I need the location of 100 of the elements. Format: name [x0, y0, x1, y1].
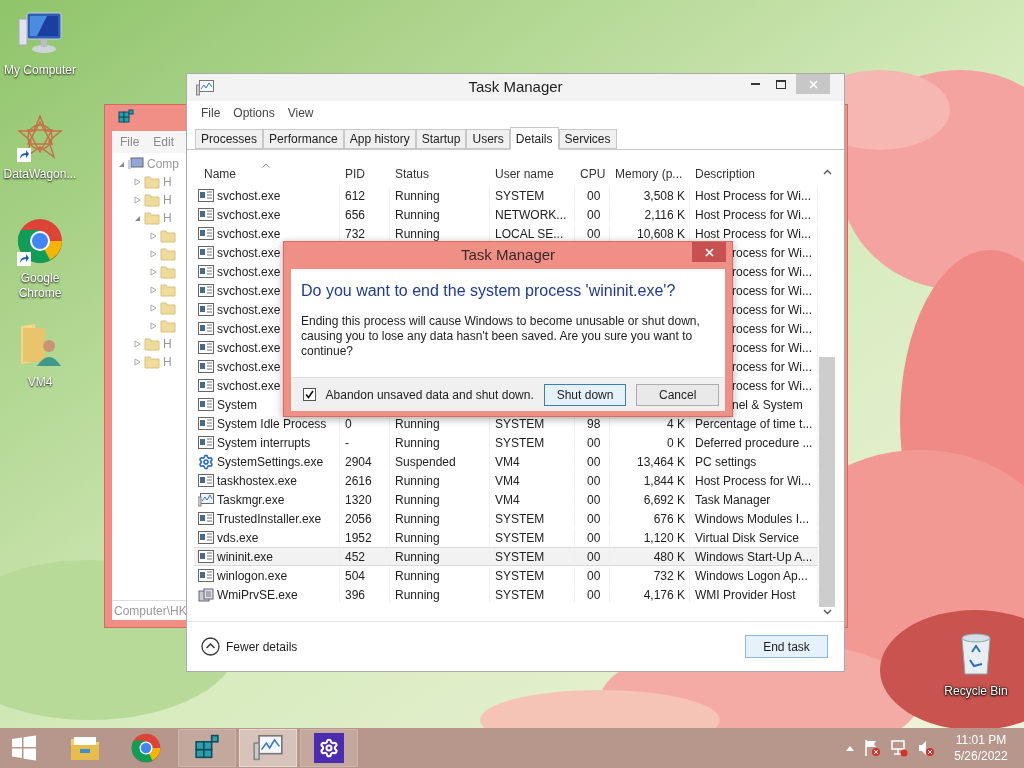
tab[interactable]: Startup [415, 129, 467, 149]
collapse-arrow-icon[interactable] [134, 214, 141, 222]
tab[interactable]: Processes [195, 129, 264, 149]
taskbar-button[interactable] [239, 729, 297, 767]
table-cell-text: Running [395, 529, 440, 547]
table-cell-text: rocess for Wi... [732, 263, 812, 281]
table-cell-text: Suspended [395, 453, 456, 471]
table-cell-text: Running [395, 491, 440, 509]
expand-arrow-icon[interactable] [150, 232, 157, 240]
column-header[interactable]: Memory (p... [615, 164, 683, 183]
table-cell-text: 452 [345, 548, 366, 566]
table-cell-text: 732 K [653, 567, 685, 585]
table-row[interactable]: svchost.exe 612 Running SYSTEM 00 3,508 K Host Process for Wi... [194, 186, 818, 205]
column-header[interactable]: Name [204, 164, 236, 183]
table-row[interactable]: SystemSettings.exe 2904 Suspended VM4 00 13,464 K PC settings [194, 452, 818, 471]
table-row[interactable]: vds.exe 1952 Running SYSTEM 00 1,120 K Virtual Disk Service [194, 528, 818, 547]
expand-arrow-icon[interactable] [134, 340, 141, 348]
table-cell-text: - [345, 434, 349, 452]
end-task-button[interactable]: End task [745, 635, 828, 658]
volume-muted-icon[interactable] [917, 739, 935, 757]
table-cell-text: 2616 [345, 472, 372, 490]
clock-time: 11:01 PM [955, 732, 1007, 748]
menu-item[interactable]: View [287, 104, 314, 122]
table-cell-text: 00 [587, 187, 601, 205]
table-cell-text: 6,692 K [643, 491, 685, 509]
scrollbar-thumb[interactable] [819, 357, 835, 607]
column-header[interactable]: Status [395, 164, 430, 183]
taskbar-button[interactable] [178, 729, 236, 767]
flag-icon[interactable] [863, 739, 881, 757]
dialog-heading: Do you want to end the system process 'wininit.exe'? [301, 281, 677, 301]
column-header[interactable]: PID [345, 164, 365, 183]
table-cell-text: 00 [587, 225, 601, 243]
column-header[interactable]: User name [495, 164, 554, 183]
table-row[interactable]: TrustedInstaller.exe 2056 Running SYSTEM 00 676 K Windows Modules I... [194, 509, 818, 528]
table-cell-text: svchost.exe [217, 282, 281, 300]
gear-icon [198, 453, 214, 470]
scroll-up-icon[interactable] [822, 169, 832, 175]
table-cell-text: Running [395, 434, 440, 452]
program-icon [198, 360, 214, 373]
tab[interactable]: Performance [263, 129, 344, 149]
minimize-icon [750, 83, 760, 85]
taskbar-button[interactable] [300, 729, 358, 767]
expand-arrow-icon[interactable] [134, 358, 141, 366]
show-hidden-icon[interactable] [846, 745, 854, 751]
table-cell-text: VM4 [495, 491, 520, 509]
checkbox-label[interactable]: Abandon unsaved data and shut down. [325, 385, 534, 404]
table-cell-text: 396 [345, 586, 366, 604]
tab[interactable]: Details [509, 127, 559, 150]
desktop-icon-label[interactable]: Recycle Bin [944, 682, 1008, 700]
shortcut-arrow-icon [17, 148, 31, 162]
table-row[interactable]: winlogon.exe 504 Running SYSTEM 00 732 K Windows Logon Ap... [194, 566, 818, 585]
tab[interactable]: Services [558, 129, 617, 149]
column-header[interactable]: Description [695, 164, 756, 183]
table-row[interactable]: wininit.exe 452 Running SYSTEM 00 480 K Windows Start-Up A... [194, 547, 818, 566]
checkbox[interactable] [303, 388, 316, 401]
table-cell-text: 0 K [667, 434, 685, 452]
close-button[interactable] [692, 242, 726, 262]
expand-arrow-icon[interactable] [134, 178, 141, 186]
table-cell-text: Running [395, 206, 440, 224]
network-icon[interactable] [890, 739, 908, 757]
column-header[interactable]: CPU [580, 164, 606, 183]
table-cell-text: 00 [587, 548, 601, 566]
table-cell-text: Running [395, 187, 440, 205]
table-row[interactable]: WmiPrvSE.exe 396 Running SYSTEM 00 4,176 K WMI Provider Host [194, 585, 818, 604]
expand-arrow-icon[interactable] [150, 286, 157, 294]
sort-caret-icon[interactable] [262, 163, 270, 168]
fewer-details-link[interactable]: Fewer details [226, 637, 298, 656]
table-cell-text: SYSTEM [495, 510, 545, 528]
maximize-icon [776, 79, 786, 89]
recycle-bin-icon [958, 630, 994, 676]
expand-arrow-icon[interactable] [150, 250, 157, 258]
tab[interactable]: Users [466, 129, 510, 149]
table-cell-text: SYSTEM [495, 586, 545, 604]
program-icon [198, 246, 214, 259]
expand-arrow-icon[interactable] [150, 304, 157, 312]
expand-arrow-icon[interactable] [150, 268, 157, 276]
menu-item[interactable]: File [201, 104, 221, 122]
menu-item[interactable]: Options [233, 104, 275, 122]
collapse-circle-icon[interactable] [201, 637, 220, 656]
table-cell-text: svchost.exe [217, 244, 281, 262]
scroll-down-icon[interactable] [822, 609, 832, 615]
table-cell-text: 504 [345, 567, 366, 585]
table-cell-text: PC settings [695, 453, 757, 471]
table-cell-text: 00 [587, 529, 601, 547]
table-cell-text: rocess for Wi... [732, 301, 812, 319]
collapse-arrow-icon[interactable] [118, 160, 125, 168]
dialog-button[interactable]: Cancel [636, 383, 719, 406]
dialog-button[interactable]: Shut down [543, 383, 627, 406]
table-cell-text: 0 [345, 415, 352, 433]
tab[interactable]: App history [343, 129, 416, 149]
table-row[interactable]: svchost.exe 656 Running NETWORK... 00 2,116 K Host Process for Wi... [194, 205, 818, 224]
expand-arrow-icon[interactable] [150, 322, 157, 330]
chart-monitor-icon [198, 492, 214, 507]
expand-arrow-icon[interactable] [134, 196, 141, 204]
table-row[interactable]: System interrupts - Running SYSTEM 00 0 K Deferred procedure ... [194, 433, 818, 452]
program-icon [198, 227, 214, 240]
program-icon [198, 512, 214, 525]
table-cell-text: winlogon.exe [217, 567, 288, 585]
table-row[interactable]: Taskmgr.exe 1320 Running VM4 00 6,692 K Task Manager [194, 490, 818, 509]
table-row[interactable]: taskhostex.exe 2616 Running VM4 00 1,844 K Host Process for Wi... [194, 471, 818, 490]
